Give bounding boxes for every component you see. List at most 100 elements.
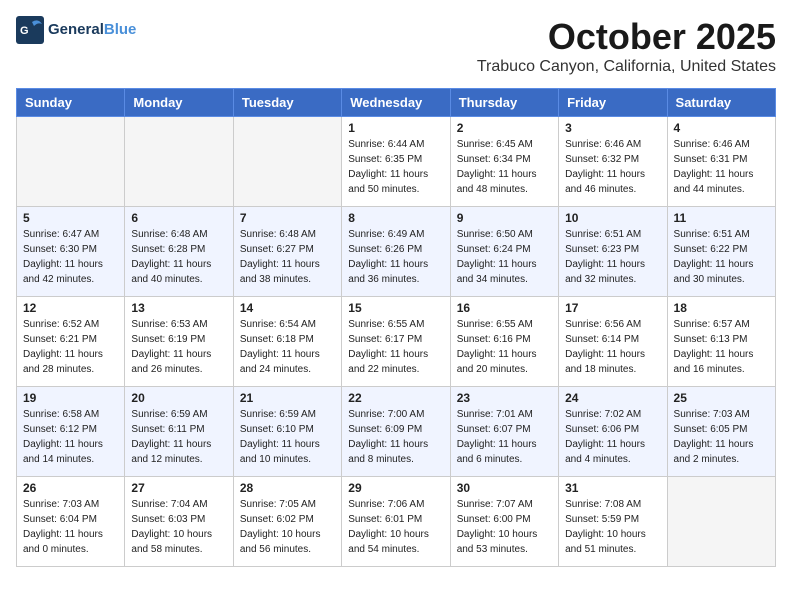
day-info: Sunrise: 6:53 AMSunset: 6:19 PMDaylight:… [131,317,226,377]
day-number: 24 [565,391,660,405]
weekday-header: Saturday [667,89,775,117]
day-info: Sunrise: 6:54 AMSunset: 6:18 PMDaylight:… [240,317,335,377]
weekday-header: Tuesday [233,89,341,117]
calendar-cell: 16Sunrise: 6:55 AMSunset: 6:16 PMDayligh… [450,297,558,387]
day-number: 19 [23,391,118,405]
calendar-cell: 18Sunrise: 6:57 AMSunset: 6:13 PMDayligh… [667,297,775,387]
day-info: Sunrise: 6:44 AMSunset: 6:35 PMDaylight:… [348,137,443,197]
calendar-cell: 17 Sunrise: 6:56 AMSunset: 6:14 PMDayligh… [559,297,667,387]
day-number: 4 [674,121,769,135]
day-number: 10 [565,211,660,225]
day-number: 22 [348,391,443,405]
calendar-cell: 2 Sunrise: 6:45 AMSunset: 6:34 PMDaylight… [450,117,558,207]
calendar-cell: 5 Sunrise: 6:47 AMSunset: 6:30 PMDaylight… [17,207,125,297]
day-info: Sunrise: 7:05 AMSunset: 6:02 PMDaylight:… [240,497,335,557]
calendar-cell: 15Sunrise: 6:55 AMSunset: 6:17 PMDayligh… [342,297,450,387]
day-number: 2 [457,121,552,135]
day-number: 17 [565,301,660,315]
day-number: 12 [23,301,118,315]
calendar-cell: 23 Sunrise: 7:01 AMSunset: 6:07 PMDayligh… [450,387,558,477]
svg-text:G: G [20,25,29,37]
calendar-cell: 4 Sunrise: 6:46 AMSunset: 6:31 PMDaylight… [667,117,775,207]
weekday-header-row: SundayMondayTuesdayWednesdayThursdayFrid… [17,89,776,117]
title-section: October 2025 Trabuco Canyon, California,… [477,16,776,76]
day-info: Sunrise: 7:03 AMSunset: 6:04 PMDaylight:… [23,497,118,557]
day-info: Sunrise: 7:06 AMSunset: 6:01 PMDaylight:… [348,497,443,557]
calendar-cell: 28 Sunrise: 7:05 AMSunset: 6:02 PMDayligh… [233,477,341,567]
day-number: 1 [348,121,443,135]
calendar-week-row: 1 Sunrise: 6:44 AMSunset: 6:35 PMDaylight… [17,117,776,207]
calendar-cell: 9 Sunrise: 6:50 AMSunset: 6:24 PMDaylight… [450,207,558,297]
logo-blue: Blue [104,21,137,38]
calendar-cell [233,117,341,207]
day-info: Sunrise: 6:50 AMSunset: 6:24 PMDaylight:… [457,227,552,287]
calendar-cell: 14 Sunrise: 6:54 AMSunset: 6:18 PMDayligh… [233,297,341,387]
day-info: Sunrise: 6:57 AMSunset: 6:13 PMDaylight:… [674,317,769,377]
day-number: 9 [457,211,552,225]
calendar-cell: 13 Sunrise: 6:53 AMSunset: 6:19 PMDayligh… [125,297,233,387]
calendar-week-row: 19Sunrise: 6:58 AMSunset: 6:12 PMDayligh… [17,387,776,477]
calendar-cell: 11Sunrise: 6:51 AMSunset: 6:22 PMDayligh… [667,207,775,297]
day-info: Sunrise: 7:00 AMSunset: 6:09 PMDaylight:… [348,407,443,467]
calendar-cell [17,117,125,207]
page-header: G GeneralBlue October 2025 Trabuco Canyo… [16,16,776,76]
calendar-cell: 6 Sunrise: 6:48 AMSunset: 6:28 PMDaylight… [125,207,233,297]
calendar-cell: 25 Sunrise: 7:03 AMSunset: 6:05 PMDayligh… [667,387,775,477]
day-number: 13 [131,301,226,315]
calendar-cell: 26 Sunrise: 7:03 AMSunset: 6:04 PMDayligh… [17,477,125,567]
calendar-cell: 21Sunrise: 6:59 AMSunset: 6:10 PMDayligh… [233,387,341,477]
day-number: 28 [240,481,335,495]
calendar-cell: 19Sunrise: 6:58 AMSunset: 6:12 PMDayligh… [17,387,125,477]
day-info: Sunrise: 7:07 AMSunset: 6:00 PMDaylight:… [457,497,552,557]
month-title: October 2025 [477,16,776,58]
day-info: Sunrise: 7:02 AMSunset: 6:06 PMDaylight:… [565,407,660,467]
weekday-header: Friday [559,89,667,117]
calendar-cell: 10 Sunrise: 6:51 AMSunset: 6:23 PMDayligh… [559,207,667,297]
day-number: 15 [348,301,443,315]
weekday-header: Wednesday [342,89,450,117]
calendar-cell: 3 Sunrise: 6:46 AMSunset: 6:32 PMDaylight… [559,117,667,207]
calendar-cell: 29 Sunrise: 7:06 AMSunset: 6:01 PMDayligh… [342,477,450,567]
day-info: Sunrise: 7:01 AMSunset: 6:07 PMDaylight:… [457,407,552,467]
day-info: Sunrise: 6:45 AMSunset: 6:34 PMDaylight:… [457,137,552,197]
logo: G GeneralBlue [16,16,136,44]
day-info: Sunrise: 6:55 AMSunset: 6:16 PMDaylight:… [457,317,552,377]
day-info: Sunrise: 6:56 AMSunset: 6:14 PMDaylight:… [565,317,660,377]
day-info: Sunrise: 6:59 AMSunset: 6:11 PMDaylight:… [131,407,226,467]
day-number: 29 [348,481,443,495]
day-number: 3 [565,121,660,135]
day-info: Sunrise: 7:03 AMSunset: 6:05 PMDaylight:… [674,407,769,467]
day-number: 20 [131,391,226,405]
calendar-week-row: 26 Sunrise: 7:03 AMSunset: 6:04 PMDayligh… [17,477,776,567]
day-info: Sunrise: 6:46 AMSunset: 6:31 PMDaylight:… [674,137,769,197]
day-number: 27 [131,481,226,495]
logo-icon: G [16,16,44,44]
day-number: 21 [240,391,335,405]
day-number: 26 [23,481,118,495]
day-info: Sunrise: 7:04 AMSunset: 6:03 PMDaylight:… [131,497,226,557]
day-info: Sunrise: 6:49 AMSunset: 6:26 PMDaylight:… [348,227,443,287]
location-subtitle: Trabuco Canyon, California, United State… [477,58,776,76]
day-number: 7 [240,211,335,225]
day-number: 5 [23,211,118,225]
day-info: Sunrise: 6:46 AMSunset: 6:32 PMDaylight:… [565,137,660,197]
calendar-cell: 8 Sunrise: 6:49 AMSunset: 6:26 PMDaylight… [342,207,450,297]
calendar-cell: 22 Sunrise: 7:00 AMSunset: 6:09 PMDayligh… [342,387,450,477]
calendar-cell [125,117,233,207]
calendar-cell: 27 Sunrise: 7:04 AMSunset: 6:03 PMDayligh… [125,477,233,567]
day-number: 30 [457,481,552,495]
day-info: Sunrise: 6:51 AMSunset: 6:23 PMDaylight:… [565,227,660,287]
calendar-week-row: 12Sunrise: 6:52 AMSunset: 6:21 PMDayligh… [17,297,776,387]
day-info: Sunrise: 6:47 AMSunset: 6:30 PMDaylight:… [23,227,118,287]
day-info: Sunrise: 7:08 AMSunset: 5:59 PMDaylight:… [565,497,660,557]
day-number: 8 [348,211,443,225]
calendar-cell: 30 Sunrise: 7:07 AMSunset: 6:00 PMDayligh… [450,477,558,567]
day-number: 6 [131,211,226,225]
day-number: 23 [457,391,552,405]
day-info: Sunrise: 6:48 AMSunset: 6:27 PMDaylight:… [240,227,335,287]
calendar-cell: 12Sunrise: 6:52 AMSunset: 6:21 PMDayligh… [17,297,125,387]
day-number: 11 [674,211,769,225]
day-number: 25 [674,391,769,405]
day-number: 14 [240,301,335,315]
day-info: Sunrise: 6:48 AMSunset: 6:28 PMDaylight:… [131,227,226,287]
